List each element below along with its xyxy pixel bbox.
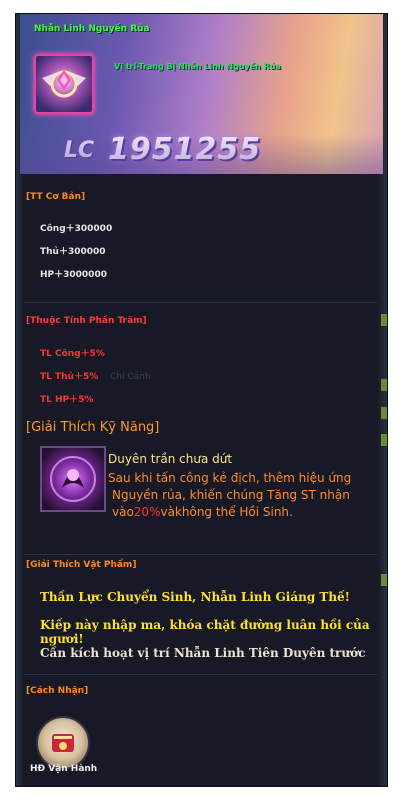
item-tooltip: Nhẫn Linh Nguyền Rủa Vị trí-Trang Bị Nhẫ… [16,14,387,786]
background-marker [381,379,387,391]
skill-name: Duyên trần chưa dứt [108,452,233,466]
obtain-title: [Cách Nhận] [26,686,89,696]
background-text: Chi Cánh [110,372,151,382]
background-marker [381,314,387,326]
item-desc-line: Cần kích hoạt vị trí Nhẫn Linh Tiên Duyê… [40,646,366,660]
ring-item-icon [34,54,94,114]
background-marker [381,407,387,419]
power-label: LC [64,138,95,163]
item-desc-title: [Giải Thích Vật Phẩm] [26,560,137,570]
basic-stats-title: [TT Cơ Bản] [26,192,86,202]
section-divider [24,302,377,303]
stat-attack-percent: TL Công＋5% [40,349,105,359]
section-divider [24,674,377,675]
stat-hp-percent: TL HP＋5% [40,395,94,405]
item-title: Nhẫn Linh Nguyền Rủa [34,24,150,34]
item-header: Nhẫn Linh Nguyền Rủa Vị trí-Trang Bị Nhẫ… [20,14,383,174]
item-desc-line: Kiếp này nhập ma, khóa chặt đường luân h… [40,618,370,646]
skill-description: Sau khi tấn công kẻ địch, thêm hiệu ứng … [108,470,373,521]
skill-desc-line: Sau khi tấn công kẻ địch, thêm hiệu ứng [108,471,352,485]
background-marker [381,574,387,586]
power-value: 1951255 [108,132,262,167]
activity-label: HĐ Vận Hành [30,764,98,774]
activity-icon[interactable] [36,716,90,770]
skill-icon [40,446,106,512]
stat-defense: Thủ＋300000 [40,247,106,257]
skill-desc-suffix: vàkhông thể Hồi Sinh. [160,505,293,519]
skill-desc-line: vào20%vàkhông thể Hồi Sinh. [108,504,373,521]
stat-defense-percent: TL Thủ＋5% [40,372,99,382]
skill-desc-line: Nguyền rủa, khiến chúng Tăng ST nhận [112,488,350,502]
stat-attack: Công＋300000 [40,224,113,234]
stat-hp: HP＋3000000 [40,270,107,280]
section-divider [24,554,377,555]
item-desc-line: Thần Lực Chuyển Sinh, Nhẫn Linh Giáng Th… [40,590,350,604]
percent-stats-title: [Thuộc Tính Phần Trăm] [26,316,147,326]
skill-desc-percent: 20% [133,505,161,519]
skill-desc-prefix: vào [112,505,134,519]
skill-section-title: [Giải Thích Kỹ Năng] [26,420,160,435]
background-marker [381,434,387,446]
equip-slot-label: Vị trí-Trang Bị Nhẫn Linh Nguyền Rủa [114,62,281,71]
